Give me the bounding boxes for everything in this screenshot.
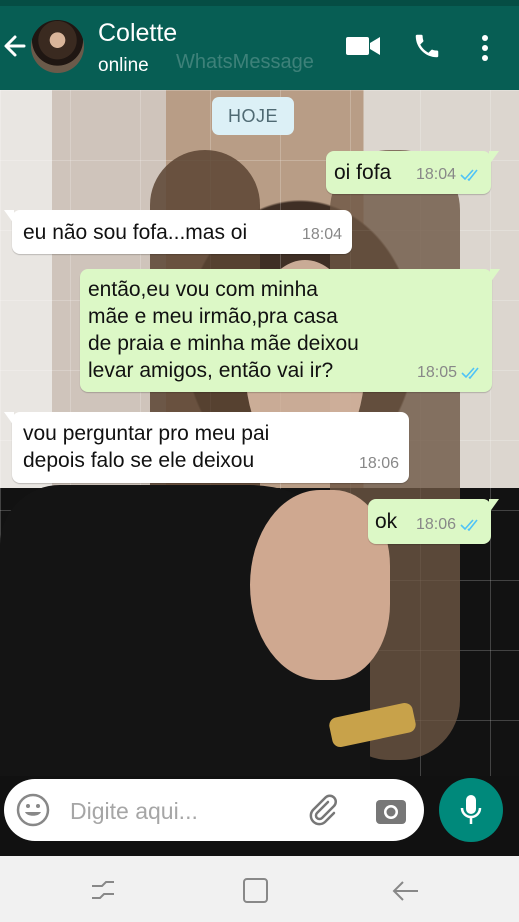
composer-bar xyxy=(0,776,519,856)
message-bubble-outgoing[interactable]: ok 18:06 xyxy=(368,499,499,544)
message-text: vou perguntar pro meu pai depois falo se… xyxy=(23,422,270,472)
read-ticks-icon xyxy=(461,366,479,379)
message-time: 18:06 xyxy=(415,516,456,533)
message-input-container[interactable] xyxy=(4,779,424,841)
camera-icon[interactable] xyxy=(374,794,408,828)
avatar[interactable] xyxy=(31,20,84,73)
message-meta: 18:05 xyxy=(417,359,482,386)
message-meta: 18:04 xyxy=(302,221,342,248)
mic-icon xyxy=(460,795,482,824)
home-icon[interactable] xyxy=(241,876,271,906)
message-meta: 18:04 xyxy=(416,161,481,188)
date-chip: HOJE xyxy=(212,97,294,135)
message-input[interactable] xyxy=(68,795,292,827)
message-time: 18:06 xyxy=(358,455,399,472)
more-options-icon[interactable] xyxy=(478,33,492,68)
message-bubble-outgoing[interactable]: oi fofa 18:04 xyxy=(326,151,499,194)
message-bubble-incoming[interactable]: vou perguntar pro meu pai depois falo se… xyxy=(4,412,409,483)
message-meta: 18:06 xyxy=(416,511,481,538)
mic-button[interactable] xyxy=(439,778,503,842)
attach-icon[interactable] xyxy=(306,793,340,827)
emoji-icon[interactable] xyxy=(16,793,50,827)
bubble-tail xyxy=(4,412,14,426)
recent-apps-icon[interactable] xyxy=(88,876,118,906)
bubble-tail xyxy=(490,269,500,283)
voice-call-icon[interactable] xyxy=(412,31,442,66)
message-meta: 18:06 xyxy=(359,450,399,477)
read-ticks-icon xyxy=(460,518,478,531)
message-bubble-outgoing[interactable]: então,eu vou com minha mãe e meu irmão,p… xyxy=(80,269,500,392)
message-time: 18:04 xyxy=(415,166,456,183)
chat-header: Colette online WhatsMessage xyxy=(0,6,519,90)
bubble-tail xyxy=(4,210,14,224)
message-bubble-incoming[interactable]: eu não sou fofa...mas oi 18:04 xyxy=(4,210,352,254)
contact-name[interactable]: Colette xyxy=(98,19,177,48)
message-time: 18:04 xyxy=(301,226,342,243)
contact-status: online xyxy=(98,55,149,76)
watermark: WhatsMessage xyxy=(176,51,314,73)
video-call-icon[interactable] xyxy=(345,32,381,65)
bubble-tail xyxy=(489,499,499,513)
back-icon[interactable] xyxy=(390,876,420,906)
back-arrow-icon[interactable] xyxy=(2,30,28,62)
chat-area[interactable]: HOJE oi fofa 18:04 eu não sou fofa...mas… xyxy=(0,90,519,776)
bubble-tail xyxy=(489,151,499,165)
message-time: 18:05 xyxy=(416,364,457,381)
android-nav-bar xyxy=(0,856,519,922)
read-ticks-icon xyxy=(460,168,478,181)
